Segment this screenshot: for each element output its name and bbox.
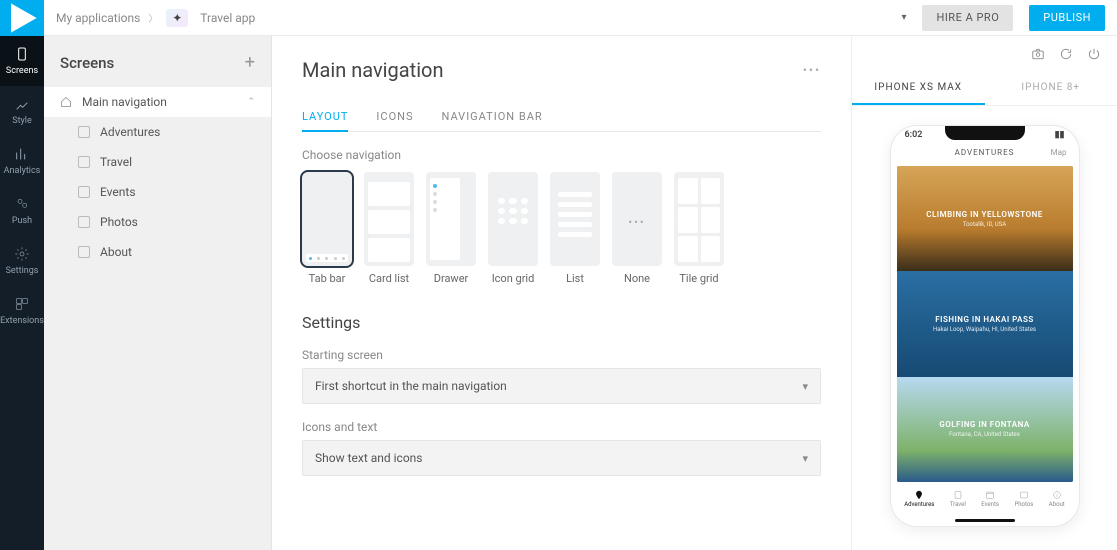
- starting-screen-select[interactable]: First shortcut in the main navigation: [302, 368, 821, 404]
- sidebar-title: Screens: [60, 54, 114, 72]
- more-menu-icon[interactable]: •••: [803, 63, 821, 77]
- tab-travel[interactable]: Travel: [950, 490, 966, 508]
- tab-icons[interactable]: ICONS: [376, 102, 413, 131]
- sidebar-item-travel[interactable]: Travel: [44, 147, 271, 177]
- card-climbing[interactable]: CLIMBING IN YELLOWSTONETootalik, ID, USA: [897, 166, 1073, 271]
- breadcrumb-root[interactable]: My applications: [56, 11, 140, 25]
- app-thumb-icon: ✦: [166, 9, 188, 27]
- tab-photos[interactable]: Photos: [1014, 490, 1033, 508]
- preview-tabbar: Adventures Travel Events Photos About: [897, 482, 1073, 516]
- iconbar-push[interactable]: Push: [0, 186, 44, 236]
- home-indicator: [955, 519, 1015, 522]
- navopt-icon-grid[interactable]: Icon grid: [488, 172, 538, 285]
- iconbar-style[interactable]: Style: [0, 86, 44, 136]
- tab-layout[interactable]: LAYOUT: [302, 102, 348, 131]
- publish-button[interactable]: PUBLISH: [1029, 5, 1105, 31]
- icons-text-label: Icons and text: [302, 420, 821, 434]
- navopt-list[interactable]: List: [550, 172, 600, 285]
- card-golfing[interactable]: GOLFING IN FONTANAFontana, CA, United St…: [897, 377, 1073, 482]
- sidebar-item-main-navigation[interactable]: Main navigation⌃: [44, 87, 271, 117]
- navopt-tile-grid[interactable]: Tile grid: [674, 172, 724, 285]
- screens-sidebar: Screens + Main navigation⌃ Adventures Tr…: [44, 36, 272, 550]
- add-screen-button[interactable]: +: [245, 52, 255, 73]
- navopt-none[interactable]: •••None: [612, 172, 662, 285]
- preview-tab-8plus[interactable]: IPHONE 8+: [985, 72, 1117, 105]
- navopt-card-list[interactable]: Card list: [364, 172, 414, 285]
- tab-about[interactable]: About: [1049, 490, 1065, 508]
- sidebar-item-about[interactable]: About: [44, 237, 271, 267]
- iconbar-settings[interactable]: Settings: [0, 236, 44, 286]
- iconbar-screens[interactable]: Screens: [0, 36, 44, 86]
- tab-adventures[interactable]: Adventures: [904, 490, 934, 508]
- sidebar-item-adventures[interactable]: Adventures: [44, 117, 271, 147]
- power-icon[interactable]: [1087, 47, 1101, 61]
- device-preview: 6:02▮▮ ADVENTURESMap CLIMBING IN YELLOWS…: [891, 126, 1079, 526]
- notch: [945, 126, 1025, 140]
- icons-text-select[interactable]: Show text and icons: [302, 440, 821, 476]
- hire-a-pro-button[interactable]: HIRE A PRO: [922, 5, 1013, 31]
- content-tabs: LAYOUT ICONS NAVIGATION BAR: [302, 102, 821, 132]
- page-title: Main navigation: [302, 58, 444, 82]
- iconbar-extensions[interactable]: Extensions: [0, 286, 44, 336]
- preview-panel: IPHONE XS MAX IPHONE 8+ 6:02▮▮ ADVENTURE…: [851, 36, 1117, 550]
- chevron-right-icon: 〉: [148, 10, 158, 25]
- home-icon: [60, 96, 72, 108]
- left-iconbar: Screens Style Analytics Push Settings Ex…: [0, 0, 44, 550]
- account-dropdown[interactable]: ▾: [893, 12, 914, 23]
- preview-tab-xs-max[interactable]: IPHONE XS MAX: [852, 72, 985, 105]
- chevron-up-icon: ⌃: [247, 97, 255, 107]
- app-logo[interactable]: [0, 0, 44, 36]
- breadcrumb-app[interactable]: Travel app: [200, 11, 255, 25]
- card-fishing[interactable]: FISHING IN HAKAI PASSHakai Loop, Waipahu…: [897, 271, 1073, 376]
- sidebar-item-photos[interactable]: Photos: [44, 207, 271, 237]
- iconbar-analytics[interactable]: Analytics: [0, 136, 44, 186]
- tab-navigation-bar[interactable]: NAVIGATION BAR: [442, 102, 543, 131]
- tab-events[interactable]: Events: [981, 490, 999, 508]
- starting-screen-label: Starting screen: [302, 348, 821, 362]
- navopt-tab-bar[interactable]: Tab bar: [302, 172, 352, 285]
- preview-header: ADVENTURESMap: [891, 148, 1079, 157]
- settings-heading: Settings: [302, 313, 821, 332]
- topbar: My applications 〉 ✦ Travel app ▾ HIRE A …: [44, 0, 1117, 36]
- content-panel: Main navigation ••• LAYOUT ICONS NAVIGAT…: [272, 36, 851, 550]
- refresh-icon[interactable]: [1059, 47, 1073, 61]
- choose-navigation-label: Choose navigation: [302, 148, 821, 162]
- sidebar-item-events[interactable]: Events: [44, 177, 271, 207]
- camera-icon[interactable]: [1031, 47, 1045, 61]
- navopt-drawer[interactable]: Drawer: [426, 172, 476, 285]
